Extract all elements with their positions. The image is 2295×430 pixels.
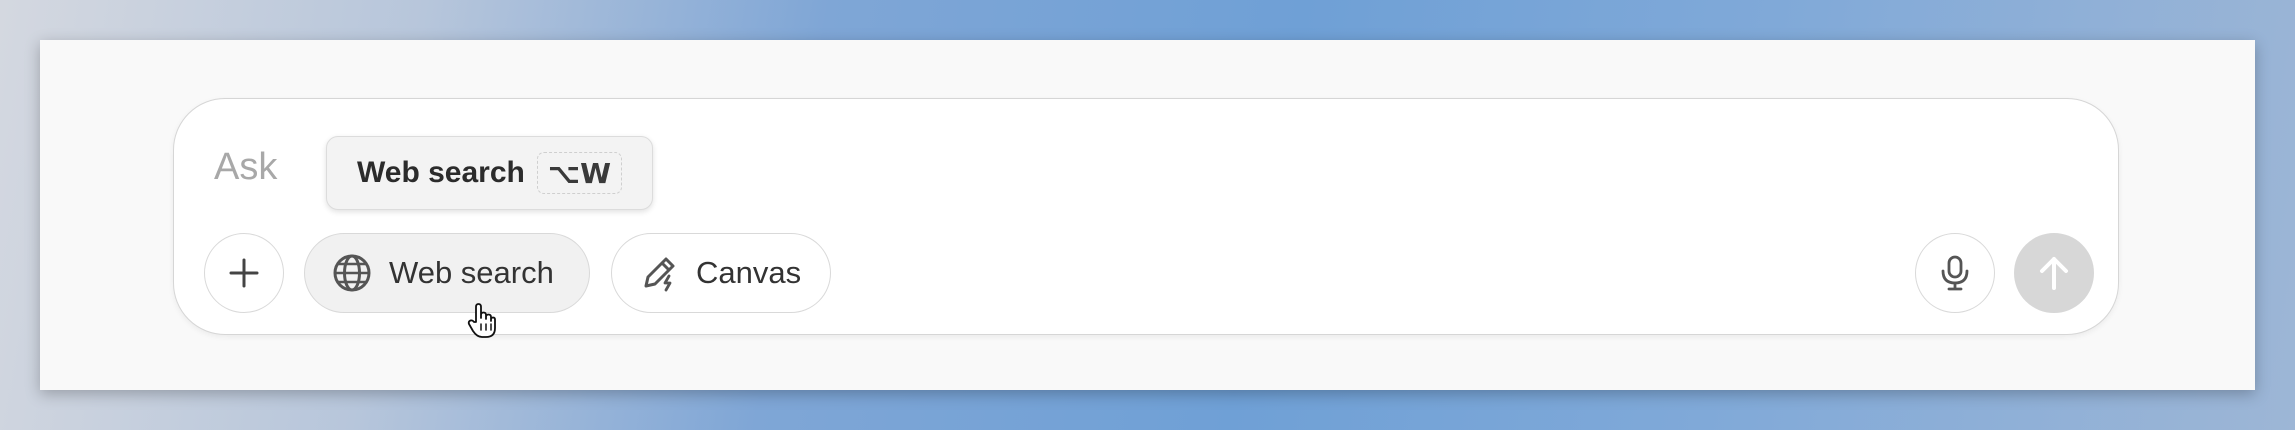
canvas-button[interactable]: Canvas [611, 233, 831, 313]
web-search-tooltip: Web search ⌥W [326, 136, 654, 210]
tooltip-shortcut: ⌥W [536, 152, 623, 194]
tooltip-label: Web search [357, 156, 525, 189]
hand-cursor-icon [467, 302, 497, 340]
voice-input-button[interactable] [1915, 233, 1995, 313]
message-composer[interactable]: Ask Web search ⌥W Web search Canvas [173, 98, 2119, 335]
web-search-label: Web search [389, 255, 554, 290]
send-button[interactable] [2014, 233, 2094, 313]
arrow-up-icon [2036, 254, 2072, 292]
canvas-label: Canvas [696, 255, 802, 290]
globe-icon [331, 252, 373, 294]
composer-placeholder: Ask [214, 146, 278, 188]
microphone-icon [1938, 254, 1972, 292]
pencil-icon [638, 252, 680, 294]
app-window: Ask Web search ⌥W Web search Canvas [40, 40, 2255, 390]
plus-icon [226, 255, 262, 291]
web-search-button[interactable]: Web search [304, 233, 590, 313]
add-attachment-button[interactable] [204, 233, 284, 313]
